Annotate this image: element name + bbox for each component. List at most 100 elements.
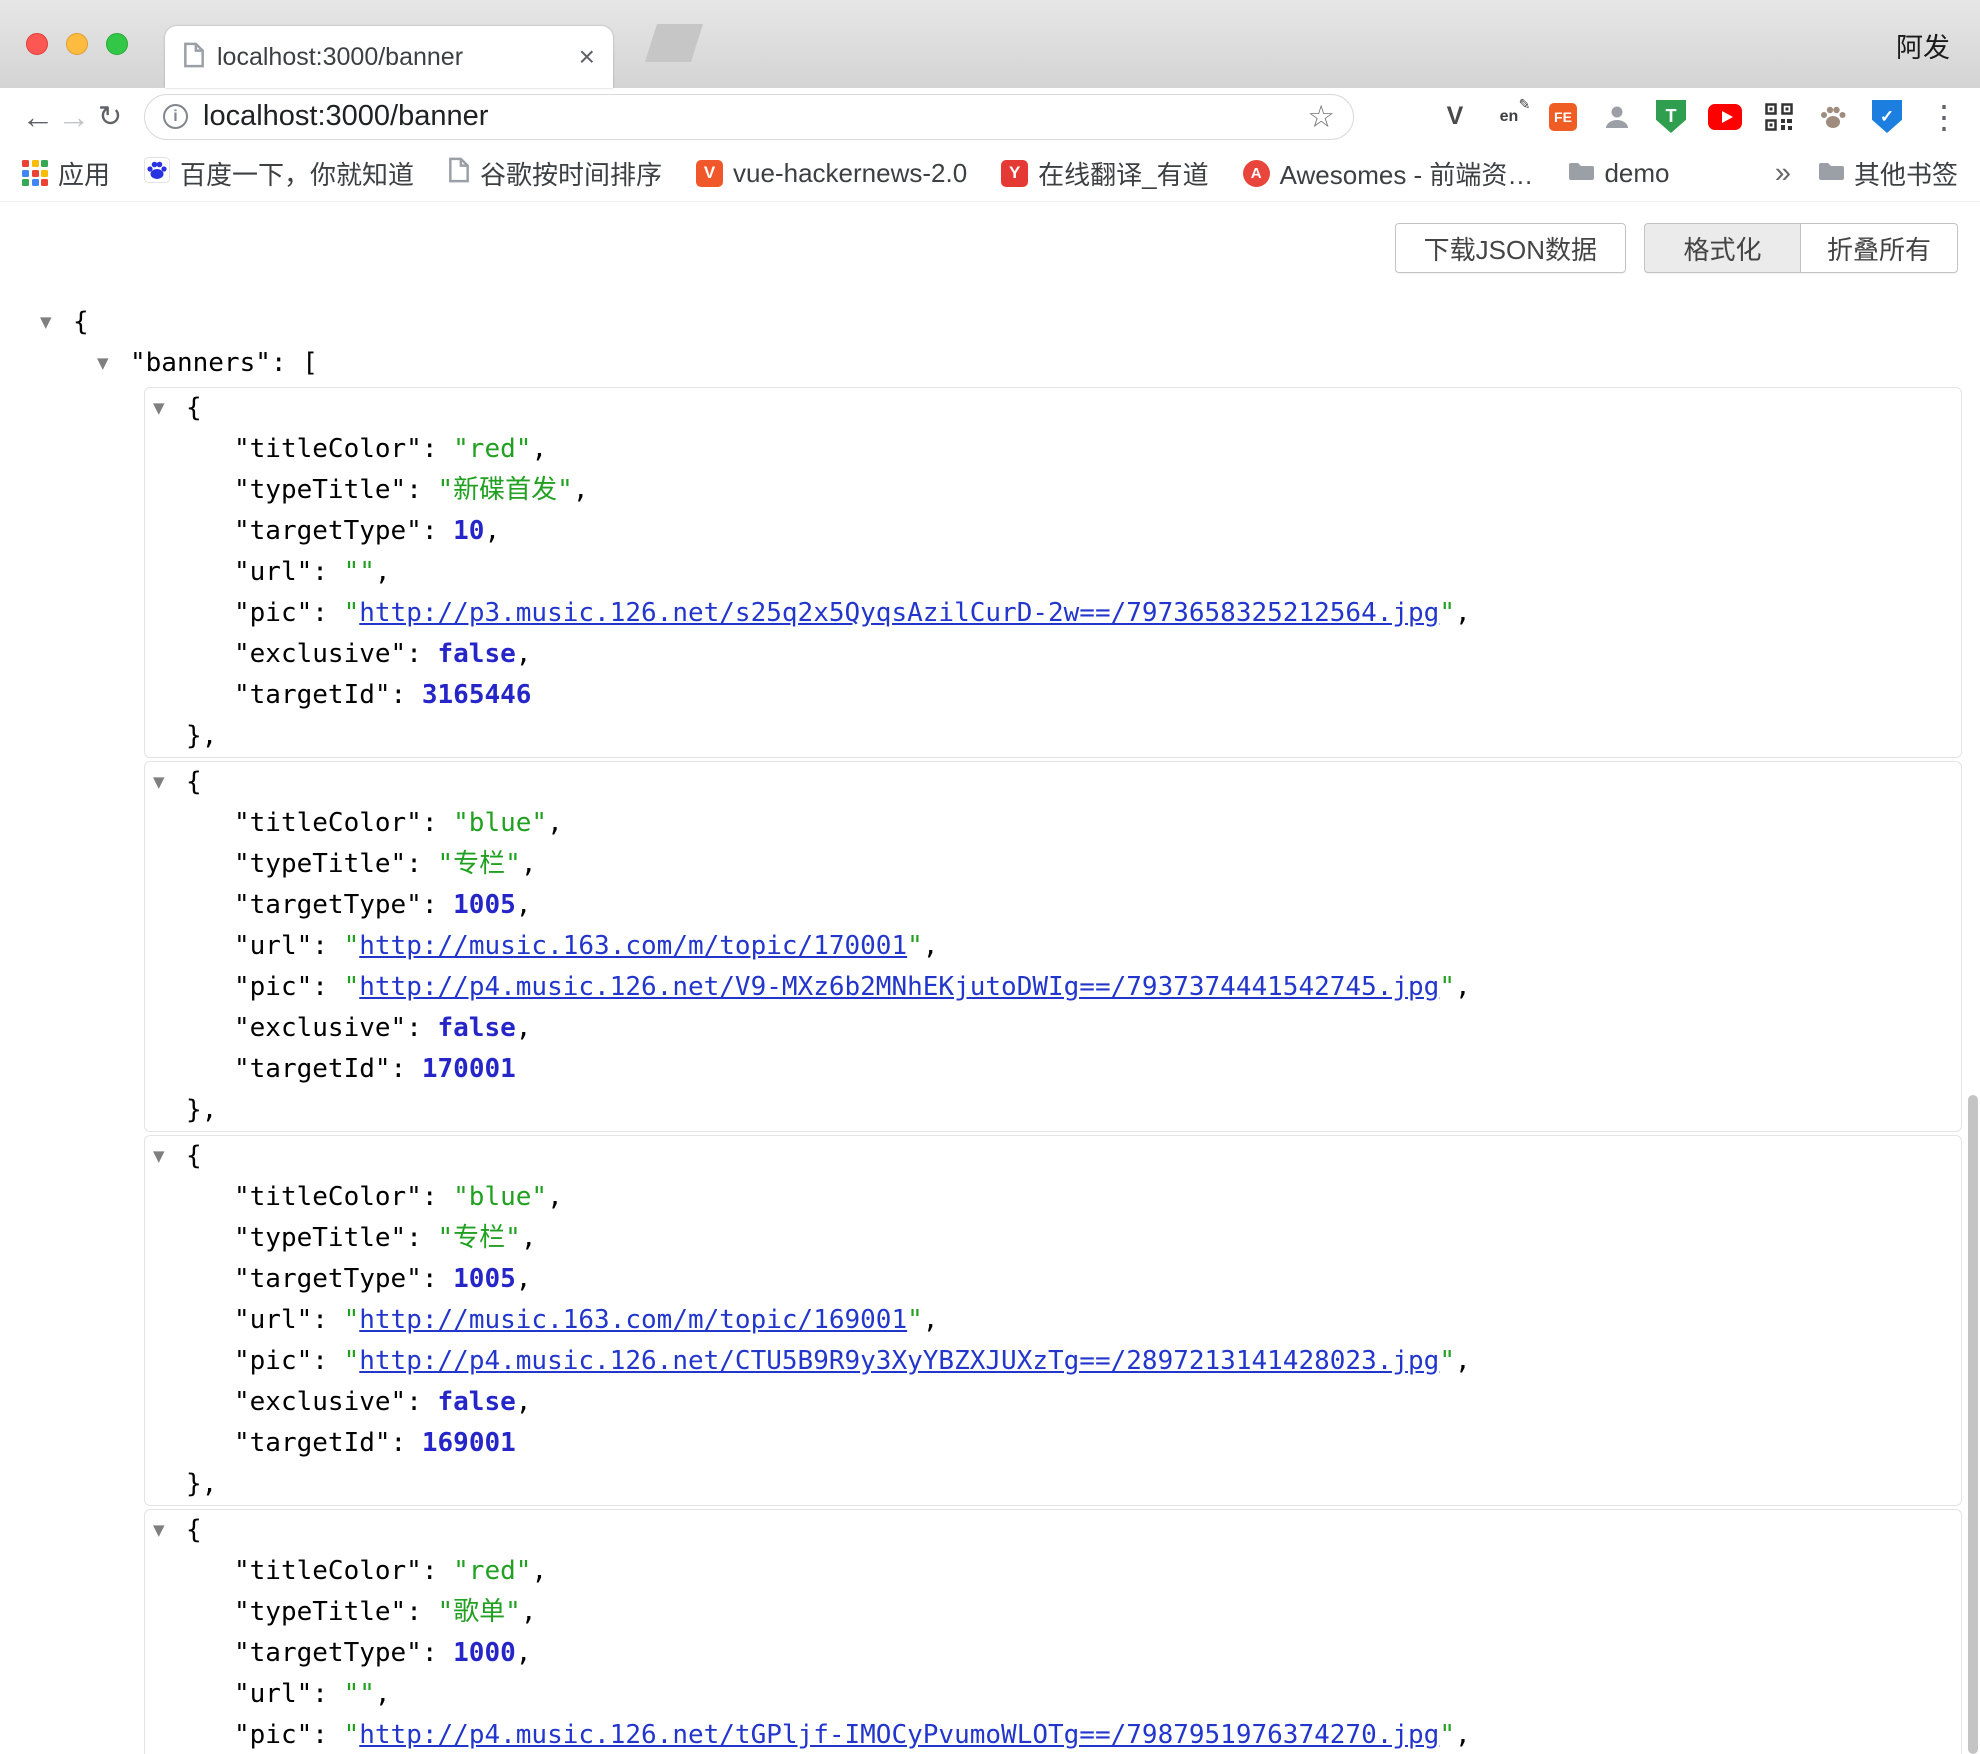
json-string-value: "专栏" [438, 849, 521, 879]
json-url-link[interactable]: http://p3.music.126.net/s25q2x5QyqsAzilC… [359, 598, 1439, 628]
person-icon[interactable] [1600, 100, 1634, 134]
bookmark-item-google-sort[interactable]: 谷歌按时间排序 [448, 155, 662, 192]
json-key: "url" [234, 1679, 312, 1709]
collapse-all-button[interactable]: 折叠所有 [1801, 223, 1958, 273]
bookmark-item-youdao[interactable]: Y 在线翻译_有道 [1001, 155, 1208, 192]
bookmark-item-awesomes[interactable]: A Awesomes - 前端资… [1243, 155, 1534, 192]
json-quote: " [1439, 972, 1455, 1002]
bookmark-label: 百度一下，你就知道 [180, 155, 414, 192]
json-key: "targetId" [234, 1428, 391, 1458]
json-number-value: 1005 [453, 890, 516, 920]
json-colon: : [422, 1556, 453, 1586]
json-property-line: "titleColor": "blue", [145, 1177, 1961, 1218]
json-url-link[interactable]: http://p4.music.126.net/tGPljf-IMOCyPvum… [359, 1720, 1439, 1750]
json-url-link[interactable]: http://music.163.com/m/topic/170001 [359, 931, 907, 961]
json-brace: { [186, 393, 202, 423]
bookmark-apps[interactable]: 应用 [22, 155, 110, 192]
zoom-window-button[interactable] [106, 33, 128, 55]
json-key: "titleColor" [234, 1182, 422, 1212]
json-brace: { [186, 767, 202, 797]
bookmark-item-vue-hackernews[interactable]: V vue-hackernews-2.0 [696, 158, 967, 189]
collapse-toggle-icon[interactable]: ▼ [97, 343, 130, 384]
json-number-value: 3165446 [422, 680, 532, 710]
json-colon: : [422, 1182, 453, 1212]
collapse-toggle-icon[interactable]: ▼ [40, 302, 73, 343]
other-bookmarks[interactable]: 其他书签 [1817, 155, 1958, 192]
close-window-button[interactable] [26, 33, 48, 55]
json-comma: , [1455, 1346, 1471, 1376]
minimize-window-button[interactable] [66, 33, 88, 55]
v-extension-icon[interactable]: V [1438, 100, 1472, 134]
page-info-icon[interactable]: i [163, 104, 188, 129]
json-object-props: "titleColor": "red","typeTitle": "新碟首发",… [145, 429, 1961, 716]
json-key: "pic" [234, 598, 312, 628]
json-colon: : [391, 680, 422, 710]
profile-name: 阿发 [1896, 26, 1950, 65]
address-bar[interactable]: i localhost:3000/banner ☆ [144, 94, 1354, 140]
page-icon [448, 157, 470, 190]
json-property-line: "pic": "http://p4.music.126.net/tGPljf-I… [145, 1715, 1961, 1754]
format-button[interactable]: 格式化 [1644, 223, 1801, 273]
json-url-link[interactable]: http://music.163.com/m/topic/169001 [359, 1305, 907, 1335]
bookmark-item-baidu[interactable]: 百度一下，你就知道 [144, 155, 414, 192]
json-key: "pic" [234, 1346, 312, 1376]
json-key: "targetType" [234, 516, 422, 546]
collapse-toggle-icon[interactable]: ▼ [153, 762, 186, 803]
json-quote: " [907, 1305, 923, 1335]
qr-code-icon[interactable] [1762, 100, 1796, 134]
new-tab-button[interactable] [645, 24, 703, 62]
json-comma: , [375, 1679, 391, 1709]
json-quote: " [1439, 1720, 1455, 1750]
json-string-value: "blue" [453, 808, 547, 838]
json-brace: { [73, 307, 89, 337]
format-collapse-group: 格式化 折叠所有 [1644, 223, 1958, 273]
json-boolean-value: false [438, 1013, 516, 1043]
download-json-button[interactable]: 下载JSON数据 [1395, 223, 1626, 273]
json-url-link[interactable]: http://p4.music.126.net/V9-MXz6b2MNhEKju… [359, 972, 1439, 1002]
browser-toolbar: ← → ↻ i localhost:3000/banner ☆ V en✎ FE… [0, 88, 1980, 145]
scrollbar-thumb[interactable] [1968, 1095, 1978, 1754]
collapse-toggle-icon[interactable]: ▼ [153, 388, 186, 429]
bookmark-label: Awesomes - 前端资… [1280, 155, 1534, 192]
json-line: ▼{ [145, 762, 1961, 803]
json-string-value: "" [344, 557, 375, 587]
bookmark-star-icon[interactable]: ☆ [1307, 99, 1335, 135]
bookmark-folder-demo[interactable]: demo [1567, 158, 1669, 189]
json-url-link[interactable]: http://p4.music.126.net/CTU5B9R9y3XyYBZX… [359, 1346, 1439, 1376]
json-key: "url" [234, 557, 312, 587]
json-property-line: "targetId": 169001 [145, 1423, 1961, 1464]
forward-button-icon[interactable]: → [56, 98, 92, 136]
youtube-icon[interactable] [1708, 100, 1742, 134]
json-brace: }, [186, 721, 217, 751]
browser-menu-icon[interactable]: ⋮ [1928, 98, 1960, 136]
paw-icon[interactable] [1816, 100, 1850, 134]
shield-check-icon[interactable]: ✓ [1870, 100, 1904, 134]
json-colon: : [422, 808, 453, 838]
fe-helper-icon[interactable]: FE [1546, 100, 1580, 134]
bookmark-label: demo [1604, 158, 1669, 189]
back-button-icon[interactable]: ← [20, 98, 56, 136]
translate-icon[interactable]: en✎ [1492, 100, 1526, 134]
json-quote: " [344, 1346, 360, 1376]
json-key: "typeTitle" [234, 849, 406, 879]
json-key: "url" [234, 931, 312, 961]
collapse-toggle-icon[interactable]: ▼ [153, 1510, 186, 1551]
bookmarks-overflow-icon[interactable]: » [1775, 157, 1791, 190]
json-comma: , [1455, 1720, 1471, 1750]
page-favicon-icon [183, 42, 205, 73]
json-key: "banners" [130, 348, 271, 378]
url-text: localhost:3000/banner [203, 100, 488, 133]
json-key: "typeTitle" [234, 1223, 406, 1253]
json-brace: { [186, 1141, 202, 1171]
collapse-toggle-icon[interactable]: ▼ [153, 1136, 186, 1177]
json-property-line: "targetId": 3165446 [145, 675, 1961, 716]
json-key: "exclusive" [234, 1013, 406, 1043]
tab-close-icon[interactable]: × [579, 43, 595, 71]
browser-tab[interactable]: localhost:3000/banner × [165, 26, 613, 88]
json-property-line: "url": "", [145, 1674, 1961, 1715]
t-shield-icon[interactable]: T [1654, 100, 1688, 134]
youdao-icon: Y [1001, 160, 1028, 187]
reload-button-icon[interactable]: ↻ [92, 99, 128, 134]
pen-icon: ✎ [1519, 96, 1531, 113]
json-comma: , [516, 639, 532, 669]
